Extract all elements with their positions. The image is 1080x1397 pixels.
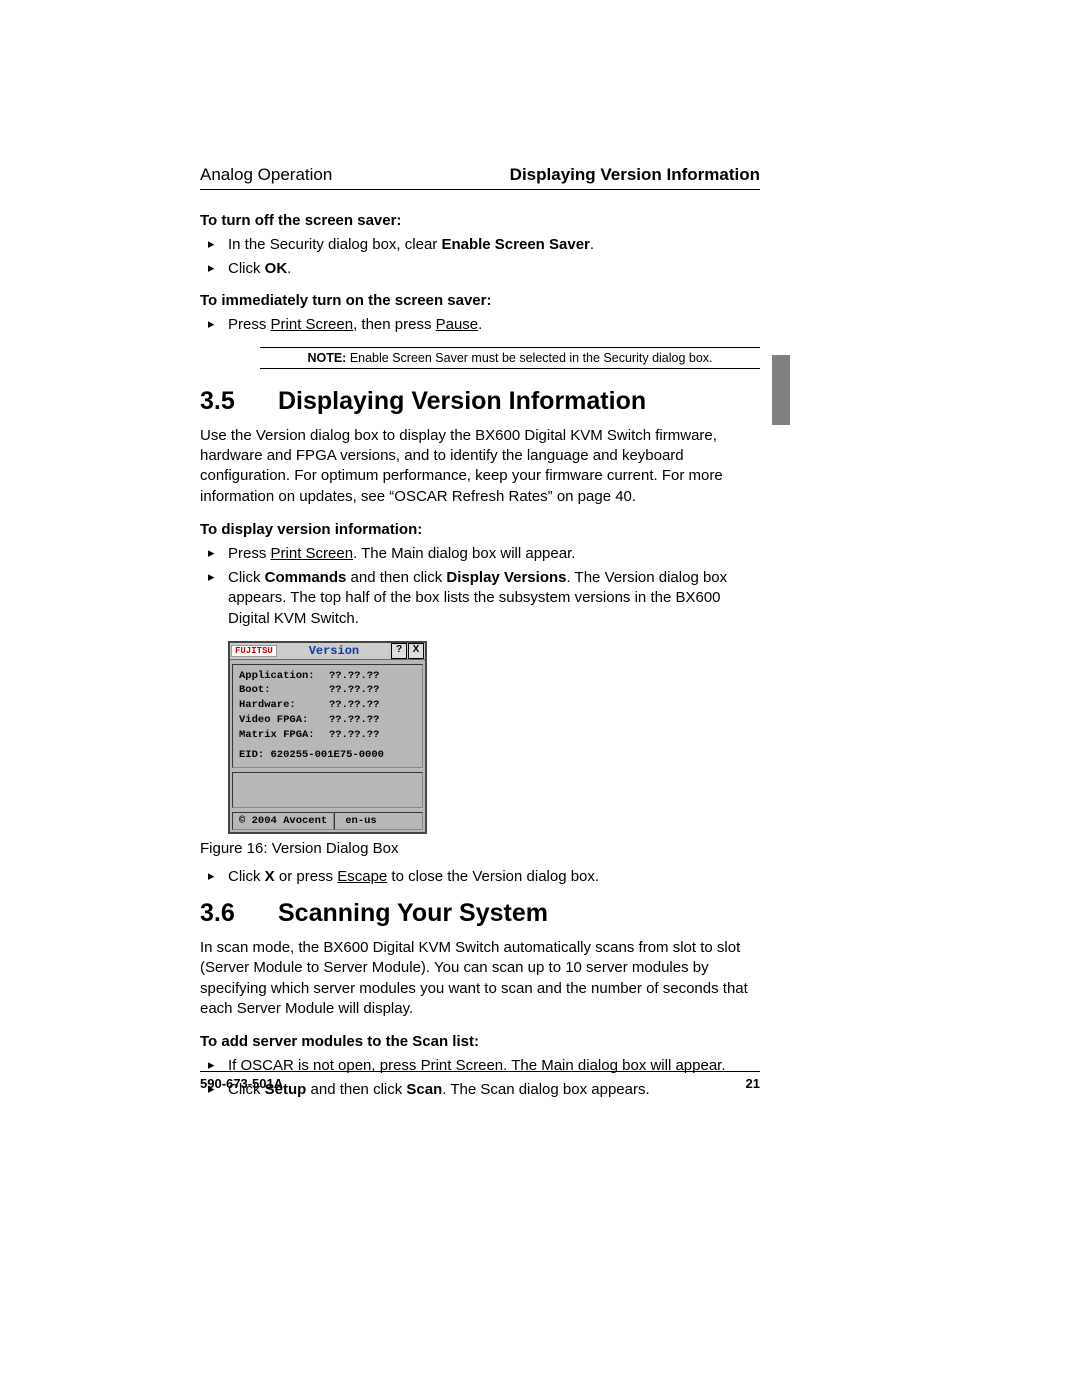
header-left: Analog Operation xyxy=(200,165,332,185)
document-number: 590-673-501A xyxy=(200,1076,283,1091)
dialog-titlebar: FUJITSU Version ? X xyxy=(230,643,425,660)
list-item: Click Commands and then click Display Ve… xyxy=(200,568,760,629)
version-panel: Application:??.??.?? Boot:??.??.?? Hardw… xyxy=(232,664,423,768)
table-row: Video FPGA:??.??.?? xyxy=(239,713,416,728)
table-row: Matrix FPGA:??.??.?? xyxy=(239,728,416,743)
dialog-title: Version xyxy=(277,644,391,658)
language-cell: en-us xyxy=(334,812,423,830)
section-number: 3.6 xyxy=(200,899,278,928)
help-button[interactable]: ? xyxy=(391,643,407,659)
running-header: Analog Operation Displaying Version Info… xyxy=(200,165,760,190)
table-row: Hardware:??.??.?? xyxy=(239,698,416,713)
page-number: 21 xyxy=(746,1076,760,1091)
list-item: In the Security dialog box, clear Enable… xyxy=(200,235,760,255)
subhead-display-version: To display version information: xyxy=(200,521,760,538)
section-title: Scanning Your System xyxy=(278,899,548,928)
section-heading-3-5: 3.5 Displaying Version Information xyxy=(200,387,760,416)
subhead-turn-on-screensaver: To immediately turn on the screen saver: xyxy=(200,292,760,309)
fujitsu-logo: FUJITSU xyxy=(231,645,277,657)
dialog-body: Application:??.??.?? Boot:??.??.?? Hardw… xyxy=(230,660,425,832)
section-heading-3-6: 3.6 Scanning Your System xyxy=(200,899,760,928)
note-text: Enable Screen Saver must be selected in … xyxy=(346,351,712,365)
list-item: Press Print Screen, then press Pause. xyxy=(200,315,760,335)
section-number: 3.5 xyxy=(200,387,278,416)
note-label: NOTE: xyxy=(307,351,346,365)
close-button[interactable]: X xyxy=(408,643,424,659)
dialog-spacer xyxy=(232,772,423,808)
section-3-5-paragraph: Use the Version dialog box to display th… xyxy=(200,426,760,507)
list-item: Press Print Screen. The Main dialog box … xyxy=(200,544,760,564)
section-tab-mark xyxy=(772,355,790,425)
subhead-turn-off-screensaver: To turn off the screen saver: xyxy=(200,212,760,229)
header-right: Displaying Version Information xyxy=(510,165,760,185)
section-title: Displaying Version Information xyxy=(278,387,646,416)
dialog-footer: © 2004 Avocent en-us xyxy=(232,812,423,830)
version-dialog: FUJITSU Version ? X Application:??.??.??… xyxy=(228,641,427,834)
page-content: Analog Operation Displaying Version Info… xyxy=(200,165,760,1113)
list-item: Click OK. xyxy=(200,259,760,279)
figure-caption: Figure 16: Version Dialog Box xyxy=(200,840,760,857)
note-box: NOTE: Enable Screen Saver must be select… xyxy=(260,347,760,369)
subhead-add-scan-list: To add server modules to the Scan list: xyxy=(200,1033,760,1050)
page-footer: 590-673-501A 21 xyxy=(200,1071,760,1091)
table-row: Application:??.??.?? xyxy=(239,669,416,684)
copyright-cell: © 2004 Avocent xyxy=(232,812,334,830)
list-item: Click X or press Escape to close the Ver… xyxy=(200,867,760,887)
table-row: Boot:??.??.?? xyxy=(239,683,416,698)
section-3-6-paragraph: In scan mode, the BX600 Digital KVM Swit… xyxy=(200,938,760,1019)
eid-row: EID: 620255-001E75-0000 xyxy=(239,748,416,763)
